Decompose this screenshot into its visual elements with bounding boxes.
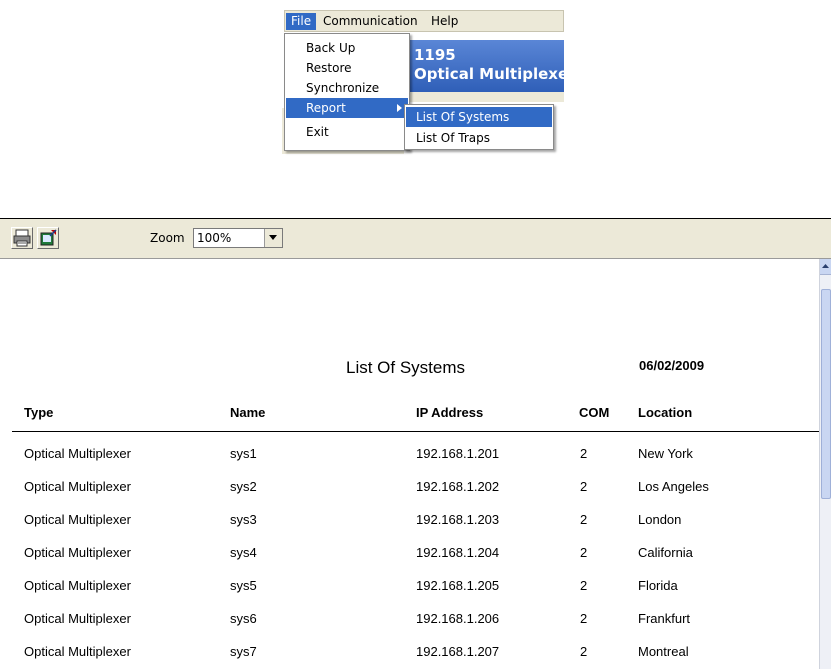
cell-com: 2 [580,644,588,659]
table-row: Optical Multiplexer sys6 192.168.1.206 2… [0,611,819,644]
table-row: Optical Multiplexer sys7 192.168.1.207 2… [0,644,819,669]
cell-type: Optical Multiplexer [24,512,131,527]
cell-name: sys2 [230,479,257,494]
banner-product: Optical Multiplexer [414,65,576,83]
viewer-toolbar: Zoom 100% [0,219,831,259]
cell-ip-address: 192.168.1.205 [416,578,500,593]
menu-item-synchronize[interactable]: Synchronize [286,78,408,98]
report-submenu: List Of Systems List Of Traps [404,104,554,150]
vertical-scrollbar[interactable] [819,259,831,669]
report-date: 06/02/2009 [639,358,705,373]
table-row: Optical Multiplexer sys2 192.168.1.202 2… [0,479,819,512]
table-row: Optical Multiplexer sys1 192.168.1.201 2… [0,446,819,479]
cell-location: California [638,545,693,560]
export-icon [40,229,57,246]
cell-location: London [638,512,682,527]
cell-ip-address: 192.168.1.201 [416,446,500,461]
menu-help[interactable]: Help [426,13,463,30]
export-button[interactable] [37,227,59,249]
cell-name: sys5 [230,578,257,593]
column-header-ip-address: IP Address [416,405,484,420]
cell-location: New York [638,446,693,461]
window-strip [408,92,564,102]
report-page: List Of Systems 06/02/2009 Type Name IP … [0,259,819,669]
cell-com: 2 [580,479,588,494]
table-row: Optical Multiplexer sys5 192.168.1.205 2… [0,578,819,611]
menu-item-list-of-systems[interactable]: List Of Systems [406,107,552,127]
zoom-value: 100% [197,231,232,245]
column-header-com: COM [579,405,610,420]
zoom-label: Zoom [150,231,185,245]
menu-item-report-label: Report [306,101,346,115]
column-header-location: Location [638,405,693,420]
chevron-down-icon [269,235,277,240]
cell-type: Optical Multiplexer [24,644,131,659]
application-banner: 1195 Optical Multiplexer [408,40,576,92]
cell-location: Frankfurt [638,611,691,626]
scroll-thumb[interactable] [821,289,831,499]
cell-location: Los Angeles [638,479,709,494]
menu-item-exit[interactable]: Exit [286,122,408,142]
menu-file[interactable]: File [286,13,317,30]
cell-ip-address: 192.168.1.204 [416,545,500,560]
cell-ip-address: 192.168.1.202 [416,479,500,494]
cell-com: 2 [580,446,588,461]
menu-item-restore[interactable]: Restore [286,58,408,78]
cell-type: Optical Multiplexer [24,545,131,560]
cell-type: Optical Multiplexer [24,446,131,461]
scroll-up-button[interactable] [820,259,831,275]
report-title: List Of Systems [346,358,466,377]
cell-ip-address: 192.168.1.203 [416,512,500,527]
cell-ip-address: 192.168.1.206 [416,611,500,626]
menu-bar: File Communication Help [284,10,564,32]
zoom-dropdown[interactable]: 100% [193,228,283,248]
cell-name: sys1 [230,446,257,461]
menu-item-back-up[interactable]: Back Up [286,38,408,58]
cell-ip-address: 192.168.1.207 [416,644,500,659]
cell-name: sys6 [230,611,257,626]
file-menu: Back Up Restore Synchronize Report Exit [284,33,410,151]
print-button[interactable] [11,227,33,249]
cell-type: Optical Multiplexer [24,479,131,494]
printer-icon [13,229,31,247]
menu-item-list-of-traps[interactable]: List Of Traps [406,128,552,148]
report-viewer: Zoom 100% List Of Systems 06/02/2009 Typ… [0,218,831,669]
table-row: Optical Multiplexer sys4 192.168.1.204 2… [0,545,819,578]
chevron-up-icon [822,264,829,268]
header-divider [12,431,819,432]
cell-com: 2 [580,545,588,560]
cell-location: Florida [638,578,678,593]
column-header-name: Name [230,405,266,420]
banner-model: 1195 [414,46,456,64]
menu-item-report[interactable]: Report [286,98,408,118]
cell-location: Montreal [638,644,689,659]
submenu-arrow-icon [397,104,402,112]
cell-name: sys7 [230,644,257,659]
cell-com: 2 [580,611,588,626]
cell-name: sys3 [230,512,257,527]
cell-type: Optical Multiplexer [24,578,131,593]
table-row: Optical Multiplexer sys3 192.168.1.203 2… [0,512,819,545]
menu-communication[interactable]: Communication [318,13,423,30]
cell-com: 2 [580,578,588,593]
cell-com: 2 [580,512,588,527]
cell-type: Optical Multiplexer [24,611,131,626]
zoom-dropdown-button[interactable] [264,229,282,247]
cell-name: sys4 [230,545,257,560]
column-header-type: Type [24,405,54,420]
